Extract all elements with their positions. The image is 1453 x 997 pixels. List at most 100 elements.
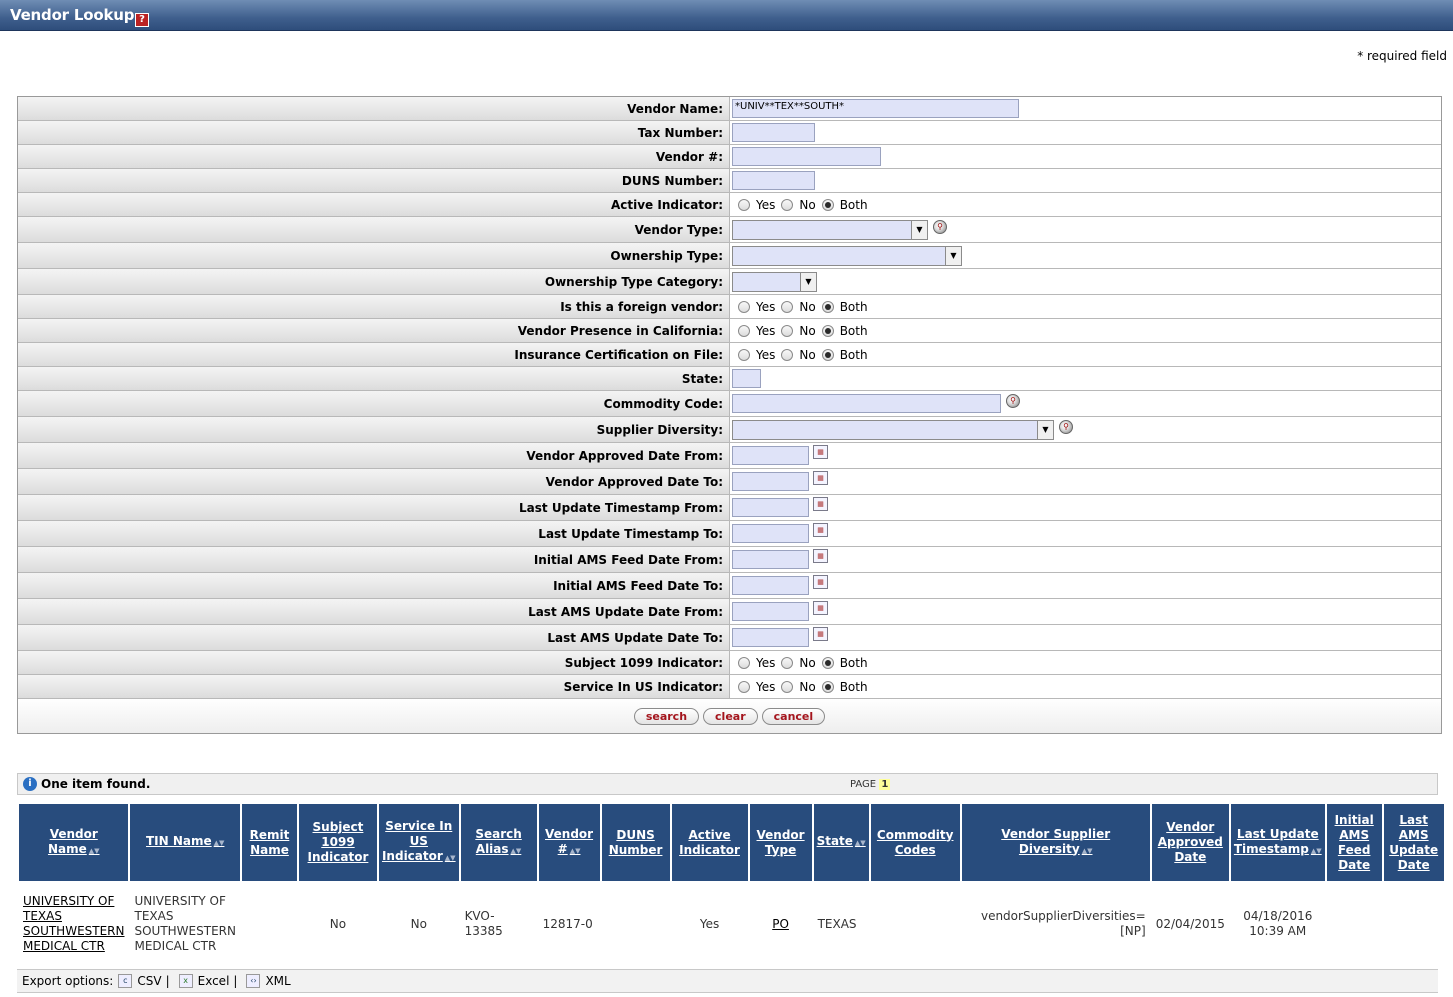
radio-both[interactable]: [821, 348, 834, 361]
row-approved-from: Vendor Approved Date From: ▦: [18, 443, 1441, 469]
radio-yes[interactable]: [738, 324, 750, 337]
calendar-icon[interactable]: ▦: [813, 522, 828, 537]
radio-both[interactable]: [821, 300, 834, 313]
col-tin-name[interactable]: TIN Name ▲▼: [130, 804, 240, 881]
ownership-type-category-select[interactable]: ▼: [732, 271, 817, 292]
calendar-icon[interactable]: ▦: [813, 444, 828, 459]
radio-yes[interactable]: [738, 656, 750, 669]
supplier-diversity-select[interactable]: ▼: [732, 419, 1054, 440]
vendor-number-input[interactable]: [732, 147, 881, 166]
help-icon[interactable]: ?: [135, 13, 149, 27]
cell-vendor-type[interactable]: PO: [750, 881, 812, 967]
col-ams-update[interactable]: Last AMS Update Date: [1383, 804, 1444, 881]
export-xml-link[interactable]: XML: [265, 974, 290, 988]
col-vendor-name[interactable]: Vendor Name ▲▼: [19, 804, 129, 881]
export-excel-link[interactable]: Excel: [198, 974, 230, 988]
last-update-to-input[interactable]: [732, 524, 809, 543]
radio-yes[interactable]: [738, 300, 750, 313]
calendar-icon[interactable]: ▦: [813, 548, 828, 563]
col-supplier-diversity[interactable]: Vendor Supplier Diversity ▲▼: [961, 804, 1150, 881]
calendar-icon[interactable]: ▦: [813, 600, 828, 615]
results-header-row: Vendor Name ▲▼ TIN Name ▲▼ Remit Name Subj…: [19, 804, 1444, 881]
vendor-name-input[interactable]: *UNIV**TEX**SOUTH*: [732, 99, 1019, 118]
duns-number-input[interactable]: [732, 171, 815, 190]
commodity-code-input[interactable]: [732, 394, 1001, 413]
calendar-icon[interactable]: ▦: [813, 574, 828, 589]
cell-subject-1099: No: [329, 916, 347, 931]
vendor-name-link[interactable]: UNIVERSITY OF TEXAS SOUTHWESTERN MEDICAL…: [23, 894, 125, 953]
export-csv-link[interactable]: CSV: [137, 974, 161, 988]
radio-no[interactable]: [781, 300, 794, 313]
radio-yes[interactable]: [738, 198, 750, 211]
col-remit-name[interactable]: Remit Name: [241, 804, 297, 881]
cell-vendor-name[interactable]: UNIVERSITY OF TEXAS SOUTHWESTERN MEDICAL…: [19, 881, 128, 967]
col-duns-number[interactable]: DUNS Number: [601, 804, 670, 881]
radio-both[interactable]: [821, 656, 834, 669]
cell-remit-name: [242, 881, 297, 967]
calendar-icon[interactable]: ▦: [813, 626, 828, 641]
calendar-icon[interactable]: ▦: [813, 496, 828, 511]
col-commodity-codes[interactable]: Commodity Codes: [870, 804, 960, 881]
radio-no[interactable]: [781, 656, 794, 669]
vendor-type-select[interactable]: ▼: [732, 219, 928, 240]
radio-no-label: No: [799, 197, 816, 212]
col-search-alias[interactable]: Search Alias ▲▼: [460, 804, 537, 881]
cancel-button[interactable]: cancel: [761, 707, 826, 725]
tax-number-input[interactable]: [732, 123, 815, 142]
row-insurance-cert: Insurance Certification on File: Yes No …: [18, 343, 1441, 367]
calendar-icon[interactable]: ▦: [813, 470, 828, 485]
radio-no-label: No: [799, 679, 816, 694]
ams-update-from-input[interactable]: [732, 602, 809, 621]
state-label: State:: [18, 367, 730, 390]
col-service-in-us[interactable]: Service In US Indicator ▲▼: [378, 804, 459, 881]
radio-both[interactable]: [821, 198, 834, 211]
vendor-type-link[interactable]: PO: [772, 917, 789, 931]
cell-state: TEXAS: [817, 916, 857, 931]
col-approved-date[interactable]: Vendor Approved Date: [1151, 804, 1229, 881]
sort-icon: ▲▼: [569, 846, 581, 855]
col-ams-feed[interactable]: Initial AMS Feed Date: [1326, 804, 1382, 881]
radio-both[interactable]: [821, 324, 834, 337]
page-number[interactable]: 1: [879, 778, 891, 790]
col-remit-name-label: Remit Name: [249, 827, 290, 857]
ams-update-to-input[interactable]: [732, 628, 809, 647]
col-subject-1099[interactable]: Subject 1099 Indicator: [298, 804, 377, 881]
row-supplier-diversity: Supplier Diversity: ▼ ⚲: [18, 417, 1441, 443]
excel-icon: x: [178, 974, 193, 988]
radio-both[interactable]: [821, 680, 834, 693]
search-icon[interactable]: ⚲: [1006, 393, 1020, 408]
page-header: Vendor Lookup ?: [0, 0, 1453, 31]
row-presence-california: Vendor Presence in California: Yes No Bo…: [18, 319, 1441, 343]
col-state[interactable]: State ▲▼: [813, 804, 869, 881]
ams-feed-from-input[interactable]: [732, 550, 809, 569]
cell-vendor-number: 12817-0: [542, 916, 593, 931]
search-icon[interactable]: ⚲: [933, 219, 947, 234]
state-input[interactable]: [732, 369, 761, 388]
col-vendor-type[interactable]: Vendor Type: [749, 804, 812, 881]
search-button[interactable]: search: [633, 707, 700, 725]
row-vendor-number: Vendor #:: [18, 145, 1441, 169]
cell-duns-number: [602, 881, 670, 967]
radio-yes[interactable]: [738, 680, 750, 693]
approved-to-input[interactable]: [732, 472, 809, 491]
radio-both-label: Both: [839, 679, 868, 694]
last-update-from-input[interactable]: [732, 498, 809, 517]
ams-feed-to-input[interactable]: [732, 576, 809, 595]
col-subject-1099-label: Subject 1099 Indicator: [307, 820, 369, 864]
clear-button[interactable]: clear: [703, 707, 758, 725]
col-commodity-codes-label: Commodity Codes: [876, 827, 954, 857]
search-icon[interactable]: ⚲: [1059, 419, 1073, 434]
ownership-type-select[interactable]: ▼: [732, 245, 962, 266]
radio-no[interactable]: [781, 348, 794, 361]
radio-yes[interactable]: [738, 348, 750, 361]
approved-from-input[interactable]: [732, 446, 809, 465]
radio-both-label: Both: [839, 347, 868, 362]
radio-no[interactable]: [781, 680, 794, 693]
col-vendor-number[interactable]: Vendor # ▲▼: [538, 804, 600, 881]
chevron-down-icon: ▼: [911, 220, 927, 239]
col-active-indicator[interactable]: Active Indicator: [671, 804, 748, 881]
col-last-update[interactable]: Last Update Timestamp ▲▼: [1230, 804, 1325, 881]
radio-no[interactable]: [781, 198, 794, 211]
radio-no[interactable]: [781, 324, 794, 337]
results-table: Vendor Name ▲▼ TIN Name ▲▼ Remit Name Subj…: [17, 804, 1446, 967]
